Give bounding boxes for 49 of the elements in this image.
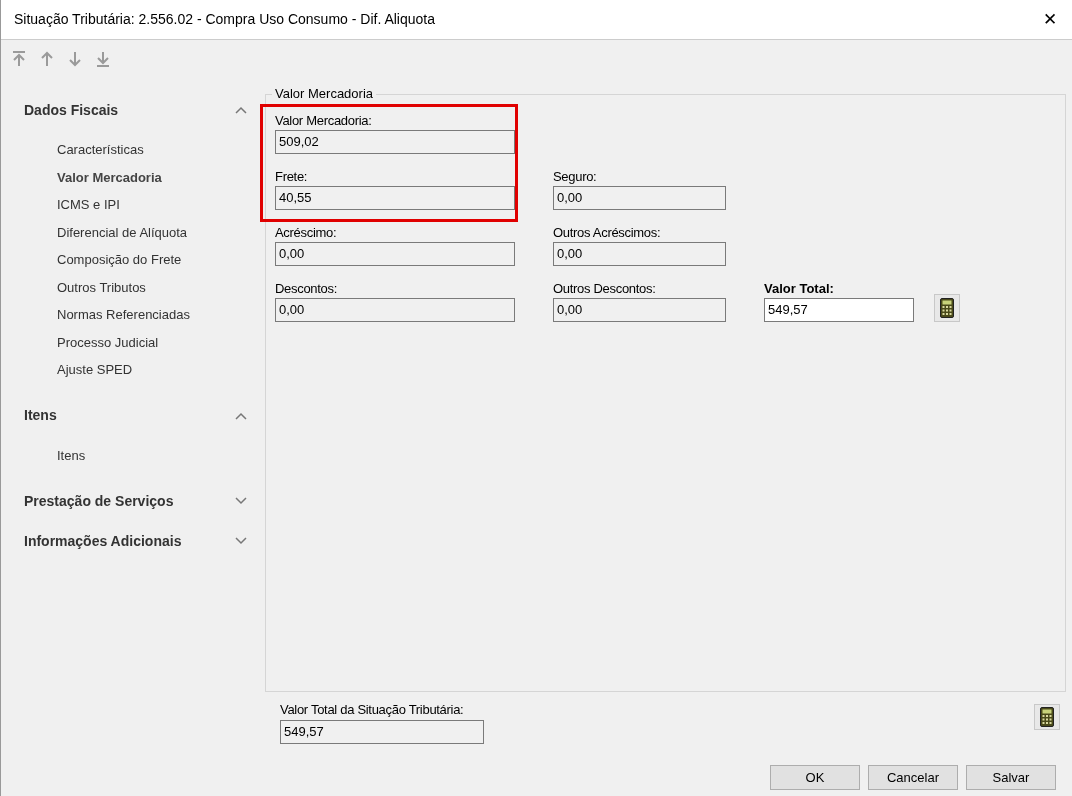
sidebar-item[interactable]: Diferencial de Alíquota (1, 218, 265, 246)
field-label: Acréscimo: (275, 225, 338, 241)
input-field[interactable]: 0,00 (553, 298, 726, 322)
input-field[interactable]: 0,00 (275, 242, 515, 266)
calculator-button[interactable] (934, 294, 960, 322)
field-label: Outros Acréscimos: (553, 225, 662, 241)
field-label: Seguro: (553, 169, 598, 185)
sidebar-item[interactable]: Valor Mercadoria (1, 163, 265, 191)
sidebar-item[interactable]: Outros Tributos (1, 273, 265, 301)
field-label: Outros Descontos: (553, 281, 657, 297)
sidebar-item[interactable]: Composição do Frete (1, 246, 265, 274)
dialog-button[interactable]: Salvar (966, 765, 1056, 790)
field-label: Frete: (275, 169, 309, 185)
calculator-button[interactable] (1034, 704, 1060, 730)
chevron-up-icon[interactable] (235, 106, 247, 114)
window-title: Situação Tributária: 2.556.02 - Compra Uso Consumo - Dif. Aliquota (14, 10, 435, 29)
arrow-up-icon[interactable] (39, 50, 55, 68)
dialog-button[interactable]: OK (770, 765, 860, 790)
arrow-to-bottom-icon[interactable] (95, 50, 111, 68)
field-label: Valor Total da Situação Tributária: (280, 702, 465, 718)
arrow-down-icon[interactable] (67, 50, 83, 68)
dialog-button[interactable]: Cancelar (868, 765, 958, 790)
sidebar-item[interactable]: Características (1, 136, 265, 164)
field-label: Descontos: (275, 281, 339, 297)
input-field[interactable]: 549,57 (280, 720, 484, 744)
chevron-down-icon[interactable] (235, 497, 247, 505)
sidebar-item[interactable]: ICMS e IPI (1, 191, 265, 219)
chevron-down-icon[interactable] (235, 537, 247, 545)
sidebar-item[interactable]: Ajuste SPED (1, 356, 265, 384)
sidebar-item[interactable]: Processo Judicial (1, 328, 265, 356)
chevron-up-icon[interactable] (235, 411, 247, 420)
section-header[interactable]: Itens (24, 405, 57, 426)
sidebar-item[interactable]: Normas Referenciadas (1, 301, 265, 329)
input-field[interactable]: 0,00 (553, 186, 726, 210)
input-field[interactable]: 549,57 (764, 298, 914, 322)
calculator-icon (940, 298, 954, 318)
input-field[interactable]: 509,02 (275, 130, 515, 154)
close-button[interactable]: ✕ (1038, 7, 1062, 32)
arrow-to-top-icon[interactable] (11, 50, 27, 68)
section-header[interactable]: Dados Fiscais (24, 99, 119, 121)
input-field[interactable]: 0,00 (553, 242, 726, 266)
input-field[interactable]: 40,55 (275, 186, 515, 210)
field-label: Valor Mercadoria: (275, 113, 373, 129)
section-header[interactable]: Informações Adicionais (24, 530, 182, 552)
calculator-icon (1040, 707, 1054, 727)
section-header[interactable]: Prestação de Serviços (24, 490, 174, 512)
sidebar-item[interactable]: Itens (1, 441, 265, 469)
input-field[interactable]: 0,00 (275, 298, 515, 322)
field-label: Valor Total: (764, 281, 835, 297)
